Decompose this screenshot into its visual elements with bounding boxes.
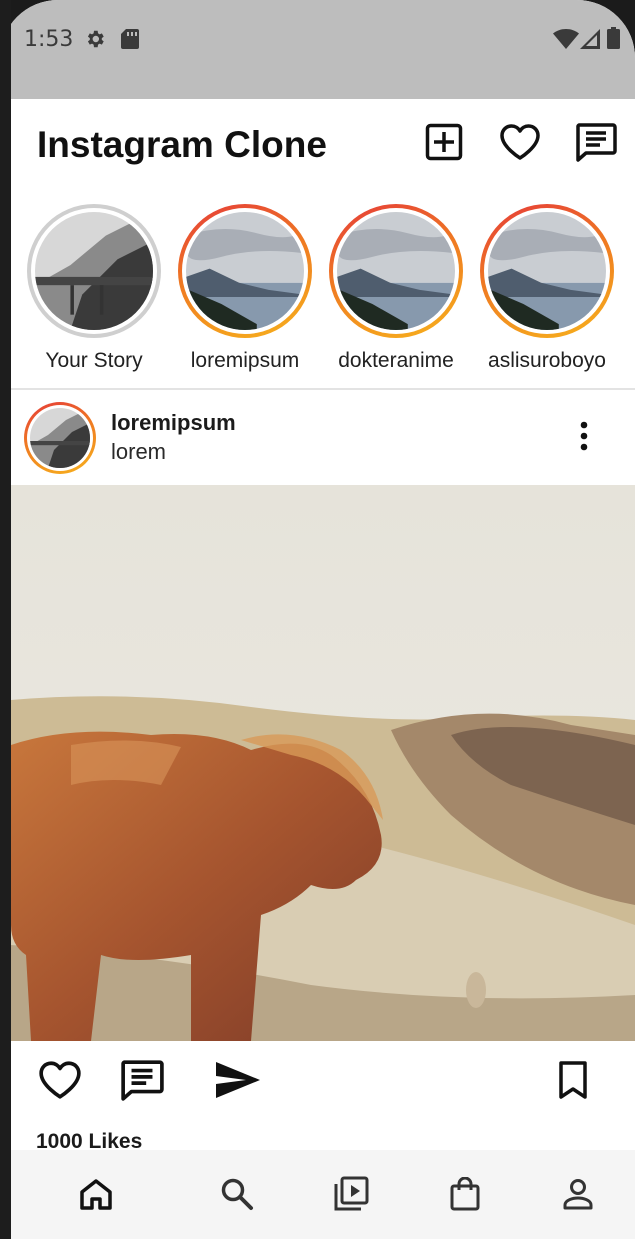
comment-button[interactable] <box>117 1057 167 1107</box>
story-item[interactable]: aslisuroboyo <box>479 204 615 373</box>
comment-icon <box>120 1059 164 1106</box>
share-button[interactable] <box>213 1057 263 1107</box>
add-post-icon <box>425 123 463 166</box>
post-header: loremipsum lorem <box>11 392 635 485</box>
wifi-icon <box>553 29 579 54</box>
stories-row: Your Story loremipsum dokteranime aslisu… <box>11 200 635 385</box>
nav-shop[interactable] <box>441 1172 489 1220</box>
battery-icon <box>607 27 620 54</box>
bookmark-icon <box>557 1060 589 1105</box>
story-avatar <box>186 212 304 330</box>
gear-icon <box>84 28 106 55</box>
search-icon <box>220 1177 254 1216</box>
post-avatar[interactable] <box>24 402 96 474</box>
nav-profile[interactable] <box>554 1172 602 1220</box>
story-avatar <box>488 212 606 330</box>
home-icon <box>79 1178 113 1215</box>
nav-reels[interactable] <box>327 1172 375 1220</box>
story-label: Your Story <box>45 349 143 372</box>
more-vertical-icon <box>579 421 589 456</box>
story-avatar <box>35 212 153 330</box>
story-ring <box>480 204 614 338</box>
post-menu-button[interactable] <box>566 420 602 456</box>
nav-search[interactable] <box>213 1172 261 1220</box>
shop-icon <box>450 1176 480 1216</box>
heart-icon <box>499 123 541 166</box>
story-label: dokteranime <box>338 349 454 372</box>
story-item[interactable]: dokteranime <box>328 204 464 373</box>
signal-icon <box>580 29 600 54</box>
app-header: Instagram Clone <box>11 99 635 194</box>
share-icon <box>214 1060 262 1105</box>
messages-button[interactable] <box>573 121 619 167</box>
app-title: Instagram Clone <box>37 124 327 165</box>
profile-icon <box>562 1178 594 1215</box>
like-icon <box>38 1060 82 1105</box>
status-time: 1:53 <box>24 27 74 52</box>
post-actions <box>11 1041 635 1121</box>
bottom-nav <box>11 1150 635 1239</box>
story-label: loremipsum <box>190 349 300 372</box>
story-item[interactable]: Your Story <box>26 204 162 373</box>
post-username[interactable]: loremipsum <box>111 410 236 436</box>
story-item[interactable]: loremipsum <box>177 204 313 373</box>
reels-icon <box>333 1176 369 1217</box>
bookmark-button[interactable] <box>548 1057 598 1107</box>
story-label: aslisuroboyo <box>488 349 606 372</box>
add-post-button[interactable] <box>421 121 467 167</box>
story-ring <box>27 204 161 338</box>
device-bezel <box>0 0 11 1239</box>
story-avatar <box>337 212 455 330</box>
activity-button[interactable] <box>497 121 543 167</box>
status-bar: 1:53 <box>0 0 635 99</box>
divider <box>11 388 635 390</box>
post-image[interactable] <box>11 485 635 1041</box>
phone-screen: 1:53 Instagram Clone Your Story loremips… <box>0 0 635 1239</box>
post-subtitle: lorem <box>111 439 167 464</box>
story-ring <box>178 204 312 338</box>
sd-card-icon <box>120 28 140 55</box>
nav-home[interactable] <box>72 1172 120 1220</box>
messages-icon <box>575 122 617 167</box>
story-ring <box>329 204 463 338</box>
like-button[interactable] <box>35 1057 85 1107</box>
